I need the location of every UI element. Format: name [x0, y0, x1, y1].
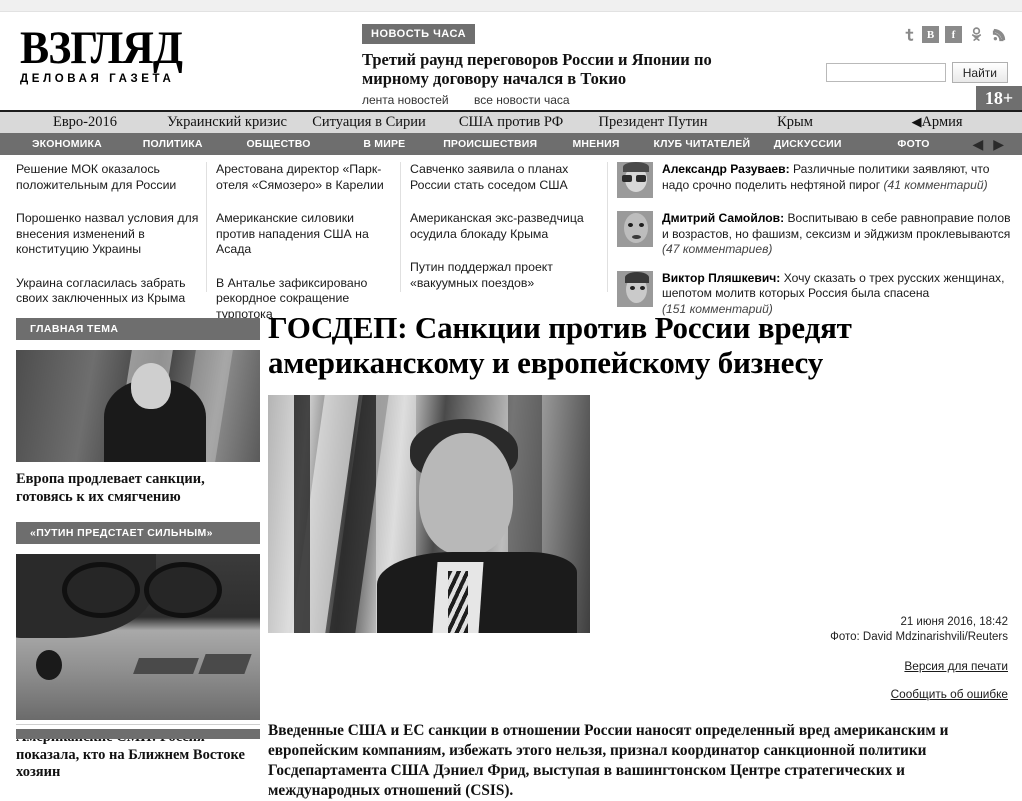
avatar: [617, 211, 653, 247]
article-title: ГОСДЕП: Санкции против России вредят аме…: [268, 310, 852, 380]
headline-column-1: Решение МОК оказалось положительным для …: [16, 162, 201, 325]
opinion-text: Дмитрий Самойлов: Воспитываю в себе равн…: [662, 211, 1015, 258]
topic-nav: Евро-2016 Украинский кризис Ситуация в С…: [0, 110, 1022, 133]
page-root: ВЗГЛЯД ДЕЛОВАЯ ГАЗЕТА НОВОСТЬ ЧАСА Трети…: [0, 0, 1022, 799]
article-photo[interactable]: [268, 395, 590, 633]
odnoklassniki-icon[interactable]: [968, 26, 985, 43]
section-nav-discussions[interactable]: ДИСКУССИИ: [755, 138, 861, 150]
sidebar-section-header-third: [16, 729, 260, 739]
section-nav-photo[interactable]: ФОТО: [861, 138, 967, 150]
column-divider: [607, 162, 608, 292]
hour-news-title[interactable]: Третий раунд переговоров России и Японии…: [362, 50, 742, 88]
sidebar-photo-europe-sanctions[interactable]: ★ ★ ★: [16, 350, 260, 462]
sidebar-section-header-main-topic: ГЛАВНАЯ ТЕМА: [16, 318, 260, 340]
opinion-item[interactable]: Александр Разуваев: Различные политики з…: [617, 162, 1015, 198]
headline-link[interactable]: Савченко заявила о планах России стать с…: [410, 162, 595, 193]
section-nav-arrows: ◀ ▶: [966, 137, 1008, 151]
opinion-text: Александр Разуваев: Различные политики з…: [662, 162, 1015, 198]
topic-nav-items: Евро-2016 Украинский кризис Ситуация в С…: [0, 114, 1022, 131]
top-strip: [0, 0, 1022, 12]
article-date: 21 июня 2016, 18:42: [900, 616, 1008, 628]
topic-nav-president-putin[interactable]: Президент Путин: [582, 114, 724, 131]
hour-news-links: лента новостей все новости часа: [362, 93, 782, 107]
column-divider: [206, 162, 207, 292]
photo-tie: [448, 571, 469, 633]
site-logo[interactable]: ВЗГЛЯД ДЕЛОВАЯ ГАЗЕТА: [20, 22, 250, 86]
topic-nav-army-label: Армия: [921, 114, 963, 130]
hour-news-badge: НОВОСТЬ ЧАСА: [362, 24, 476, 44]
news-feed-link[interactable]: лента новостей: [362, 93, 449, 107]
section-nav-society[interactable]: ОБЩЕСТВО: [226, 138, 332, 150]
search-box: Найти: [825, 62, 1008, 83]
topic-nav-usa-vs-rf[interactable]: США против РФ: [440, 114, 582, 131]
sidebar-photo-aircraft[interactable]: [16, 554, 260, 720]
sidebar-divider: [16, 724, 260, 725]
search-button[interactable]: Найти: [951, 62, 1008, 83]
article-lead-paragraph: Введенные США и ЕС санкции в отношении Р…: [268, 722, 949, 799]
section-nav-items: ЭКОНОМИКА ПОЛИТИКА ОБЩЕСТВО В МИРЕ ПРОИС…: [0, 137, 1022, 151]
avatar: [617, 270, 653, 307]
masthead: ВЗГЛЯД ДЕЛОВАЯ ГАЗЕТА НОВОСТЬ ЧАСА Трети…: [0, 12, 1022, 107]
section-nav-economy[interactable]: ЭКОНОМИКА: [14, 138, 120, 150]
opinion-list: Александр Разуваев: Различные политики з…: [617, 162, 1015, 330]
headline-link[interactable]: Решение МОК оказалось положительным для …: [16, 162, 201, 193]
article-body: 21 июня 2016, 18:42 Фото: David Mdzinari…: [268, 395, 1008, 801]
section-nav-incidents[interactable]: ПРОИСШЕСТВИЯ: [437, 138, 543, 150]
rss-icon[interactable]: [991, 26, 1008, 43]
social-links: B f: [899, 26, 1008, 43]
headline-link[interactable]: Порошенко назвал условия для внесения из…: [16, 211, 201, 258]
logo-tagline: ДЕЛОВАЯ ГАЗЕТА: [20, 73, 175, 85]
chevron-left-icon[interactable]: ◀: [911, 114, 921, 129]
topic-nav-euro2016[interactable]: Евро-2016: [14, 114, 156, 131]
arrow-left-icon[interactable]: ◀: [972, 137, 983, 151]
opinion-comments[interactable]: (41 комментарий): [884, 178, 988, 192]
headline-link[interactable]: Американские силовики против нападения С…: [216, 211, 396, 258]
left-sidebar: ГЛАВНАЯ ТЕМА ★ ★ ★ Европа продлевает сан…: [16, 318, 260, 798]
article-meta: 21 июня 2016, 18:42 Фото: David Mdzinari…: [796, 615, 1008, 701]
headline-link[interactable]: Американская экс-разведчица осудила блок…: [410, 211, 595, 242]
topic-nav-syria[interactable]: Ситуация в Сирии: [298, 114, 440, 131]
sidebar-headline-europe-sanctions[interactable]: Европа продлевает санкции, готовясь к их…: [16, 471, 260, 506]
article-photo-credit: Фото: David Mdzinarishvili/Reuters: [830, 631, 1008, 643]
headline-link[interactable]: Путин поддержал проект «вакуумных поездо…: [410, 260, 595, 291]
headline-link[interactable]: Арестована директор «Парк-отеля «Сямозер…: [216, 162, 396, 193]
section-nav-readers-club[interactable]: КЛУБ ЧИТАТЕЛЕЙ: [649, 138, 755, 150]
logo-wordmark: ВЗГЛЯД: [20, 22, 183, 74]
headline-link[interactable]: Украина согласилась забрать своих заключ…: [16, 276, 201, 307]
photo-face: [419, 433, 514, 556]
facebook-icon[interactable]: f: [945, 26, 962, 43]
photo-face: [130, 363, 171, 410]
opinion-item[interactable]: Дмитрий Самойлов: Воспитываю в себе равн…: [617, 211, 1015, 258]
topic-nav-crimea[interactable]: Крым: [724, 114, 866, 131]
section-nav: ЭКОНОМИКА ПОЛИТИКА ОБЩЕСТВО В МИРЕ ПРОИС…: [0, 133, 1022, 155]
photo-engine-pod: [62, 562, 140, 618]
opinion-author[interactable]: Александр Разуваев:: [662, 162, 790, 176]
search-input[interactable]: [825, 63, 946, 82]
headline-grid: Решение МОК оказалось положительным для …: [0, 162, 1022, 321]
headline-column-3: Савченко заявила о планах России стать с…: [410, 162, 595, 309]
all-hour-news-link[interactable]: все новости часа: [474, 93, 570, 107]
opinion-comments[interactable]: (47 комментариев): [662, 242, 772, 256]
vk-icon[interactable]: B: [922, 26, 939, 43]
photo-wheel: [36, 650, 62, 680]
print-version-link[interactable]: Версия для печати: [796, 659, 1008, 673]
section-nav-opinions[interactable]: МНЕНИЯ: [543, 138, 649, 150]
arrow-right-icon[interactable]: ▶: [993, 137, 1004, 151]
section-nav-world[interactable]: В МИРЕ: [331, 138, 437, 150]
twitter-icon[interactable]: [899, 26, 916, 43]
photo-engine-pod: [144, 562, 222, 618]
topic-nav-army[interactable]: ◀Армия: [866, 114, 1008, 131]
age-rating-badge: 18+: [976, 86, 1022, 110]
column-divider: [400, 162, 401, 292]
hour-news-block: НОВОСТЬ ЧАСА Третий раунд переговоров Ро…: [362, 24, 782, 107]
sidebar-section-header-putin-strong: «ПУТИН ПРЕДСТАЕТ СИЛЬНЫМ»: [16, 522, 260, 544]
article: ГОСДЕП: Санкции против России вредят аме…: [268, 310, 1008, 801]
topic-nav-ukraine-crisis[interactable]: Украинский кризис: [156, 114, 298, 131]
opinion-author[interactable]: Виктор Пляшкевич:: [662, 271, 780, 285]
report-error-link[interactable]: Сообщить об ошибке: [796, 687, 1008, 701]
section-nav-politics[interactable]: ПОЛИТИКА: [120, 138, 226, 150]
opinion-author[interactable]: Дмитрий Самойлов:: [662, 211, 784, 225]
avatar: [617, 162, 653, 198]
